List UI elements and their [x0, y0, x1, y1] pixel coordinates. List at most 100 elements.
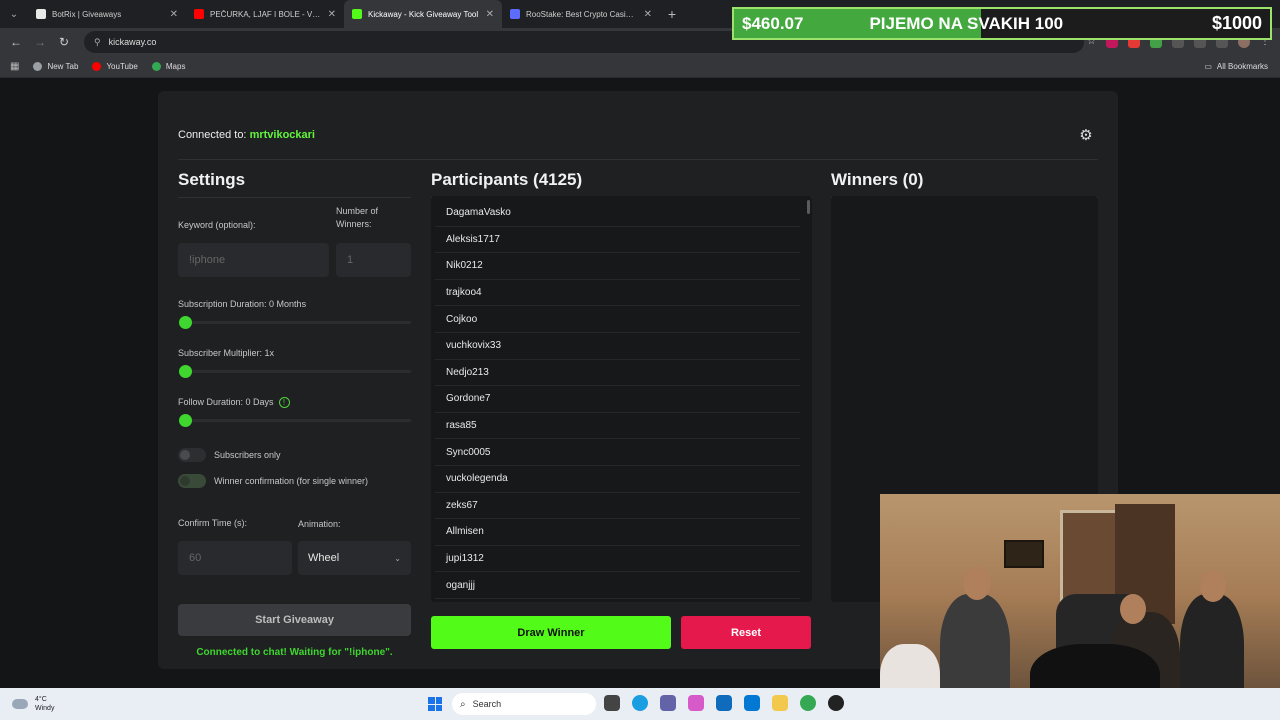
animation-select[interactable]: Wheel ⌄ — [298, 541, 411, 575]
reset-button[interactable]: Reset — [681, 616, 811, 649]
favicon-icon — [510, 9, 520, 19]
search-icon: ⌕ — [460, 698, 466, 710]
participant-row: Sync0005 — [435, 439, 800, 466]
participant-row: jupi1312 — [435, 546, 800, 573]
start-giveaway-button[interactable]: Start Giveaway — [178, 604, 411, 636]
favicon-icon — [352, 9, 362, 19]
channel-name: mrtvikockari — [249, 129, 315, 141]
subscriber-multiplier-slider[interactable] — [179, 365, 411, 378]
back-button[interactable]: ← — [4, 35, 28, 49]
subscription-duration-slider[interactable] — [179, 316, 411, 329]
scrollbar[interactable] — [807, 200, 810, 214]
all-bookmarks-button[interactable]: ▭ All Bookmarks — [1204, 62, 1268, 71]
reload-button[interactable]: ↻ — [52, 35, 76, 49]
follow-duration-slider[interactable] — [179, 414, 411, 427]
favicon-icon — [194, 9, 204, 19]
donation-goal-overlay: $460.07 PIJEMO NA SVAKIH 100 $1000 — [732, 7, 1272, 40]
toggle-knob — [180, 476, 190, 486]
animation-label: Animation: — [298, 519, 341, 529]
close-icon[interactable]: ✕ — [328, 9, 336, 20]
browser-tab[interactable]: BotRix | Giveaways ✕ — [28, 0, 186, 28]
slider-handle[interactable] — [179, 414, 192, 427]
weather-condition: Windy — [35, 705, 55, 712]
wind-icon — [12, 699, 28, 709]
wall-picture — [1004, 540, 1044, 568]
folder-icon: ▭ — [1204, 62, 1212, 71]
browser-tab[interactable]: Kickaway - Kick Giveaway Tool ✕ — [344, 0, 502, 28]
participant-row: Nedjo213 — [435, 360, 800, 387]
browser-tab[interactable]: RooStake: Best Crypto Casino & ✕ — [502, 0, 660, 28]
follow-duration-label-row: Follow Duration: 0 Days! — [178, 396, 290, 409]
toggle-knob — [180, 450, 190, 460]
gear-icon[interactable]: ⚙ — [1076, 125, 1096, 145]
participant-row: Allmisen — [435, 519, 800, 546]
bookmark-item[interactable]: New Tab — [33, 62, 78, 71]
obs-icon[interactable] — [828, 695, 844, 711]
close-icon[interactable]: ✕ — [644, 9, 652, 20]
participant-row: trajkoo4 — [435, 280, 800, 307]
copilot-icon[interactable] — [688, 695, 704, 711]
tab-strip: BotRix | Giveaways ✕ PEČURKA, LJAF I BOLE … — [28, 0, 660, 28]
chat-status-text: Connected to chat! Waiting for "!iphone"… — [196, 647, 393, 658]
bookmark-item[interactable]: YouTube — [92, 62, 138, 71]
subscribers-only-toggle[interactable] — [178, 448, 206, 462]
follow-duration-label: Follow Duration: 0 Days — [178, 397, 274, 407]
participants-title: Participants (4125) — [431, 170, 583, 189]
file-explorer-icon[interactable] — [772, 695, 788, 711]
close-icon[interactable]: ✕ — [170, 9, 178, 20]
slider-handle[interactable] — [179, 365, 192, 378]
teams-icon[interactable] — [660, 695, 676, 711]
browser-tab[interactable]: PEČURKA, LJAF I BOLE - VOSTOK ✕ — [186, 0, 344, 28]
outlook-icon[interactable] — [744, 695, 760, 711]
participants-list[interactable]: DagamaVasko Aleksis1717 Nik0212 trajkoo4 Coj… — [431, 196, 812, 602]
animation-select-value: Wheel — [308, 552, 340, 564]
close-icon[interactable]: ✕ — [486, 9, 494, 20]
bookmark-icon — [92, 62, 102, 71]
new-tab-button[interactable]: + — [660, 6, 684, 22]
chrome-icon[interactable] — [800, 695, 816, 711]
divider — [178, 159, 1098, 160]
apps-grid-icon[interactable]: ▦ — [10, 61, 19, 72]
webcam-overlay — [880, 494, 1280, 720]
bookmark-label: New Tab — [47, 62, 79, 71]
store-icon[interactable] — [716, 695, 732, 711]
bookmark-list: New Tab YouTube Maps — [19, 62, 185, 71]
task-view-icon[interactable] — [604, 695, 620, 711]
participant-row: vuckolegenda — [435, 466, 800, 493]
bookmarks-bar: ▦ New Tab YouTube Maps ▭ All Bookmarks — [0, 56, 1280, 78]
winners-count-input[interactable]: 1 — [336, 243, 411, 277]
connection-status: Connected to: mrtvikockari — [178, 129, 315, 141]
participant-row: oganjjj — [435, 572, 800, 599]
goal-amount: $460.07 — [742, 13, 804, 33]
slider-handle[interactable] — [179, 316, 192, 329]
weather-temp: 4°C — [35, 696, 47, 703]
forward-button[interactable]: → — [28, 35, 52, 49]
tab-search-icon[interactable]: ⌄ — [0, 0, 28, 28]
winners-count-label: Number of Winners: — [336, 206, 379, 229]
windows-start-icon[interactable] — [428, 697, 442, 711]
person-head — [963, 566, 991, 600]
tab-title: RooStake: Best Crypto Casino & — [526, 9, 638, 19]
participant-row: rasa85 — [435, 413, 800, 440]
confirm-time-input[interactable]: 60 — [178, 541, 292, 575]
participant-row: Cojkoo — [435, 306, 800, 333]
taskbar-search[interactable]: ⌕ Search — [452, 693, 596, 715]
participant-row: Nik0212 — [435, 253, 800, 280]
site-info-icon[interactable]: ⚲ — [94, 37, 101, 48]
bookmark-item[interactable]: Maps — [151, 62, 185, 71]
draw-winner-button[interactable]: Draw Winner — [431, 616, 671, 649]
subscription-duration-label: Subscription Duration: 0 Months — [178, 299, 307, 309]
keyword-label: Keyword (optional): — [178, 220, 256, 230]
participant-row: DagamaVasko — [435, 200, 800, 227]
edge-icon[interactable] — [632, 695, 648, 711]
settings-title: Settings — [178, 170, 246, 189]
tab-title: PEČURKA, LJAF I BOLE - VOSTOK — [210, 9, 322, 19]
bookmark-icon — [33, 62, 43, 71]
weather-widget[interactable]: 4°C Windy — [12, 695, 54, 713]
keyword-input[interactable]: !iphone — [178, 243, 329, 277]
info-icon[interactable]: ! — [278, 397, 290, 409]
winner-confirmation-toggle[interactable] — [178, 474, 206, 488]
person-head — [1200, 570, 1226, 602]
participant-row: Aleksis1717 — [435, 227, 800, 254]
person-head — [1120, 594, 1146, 624]
